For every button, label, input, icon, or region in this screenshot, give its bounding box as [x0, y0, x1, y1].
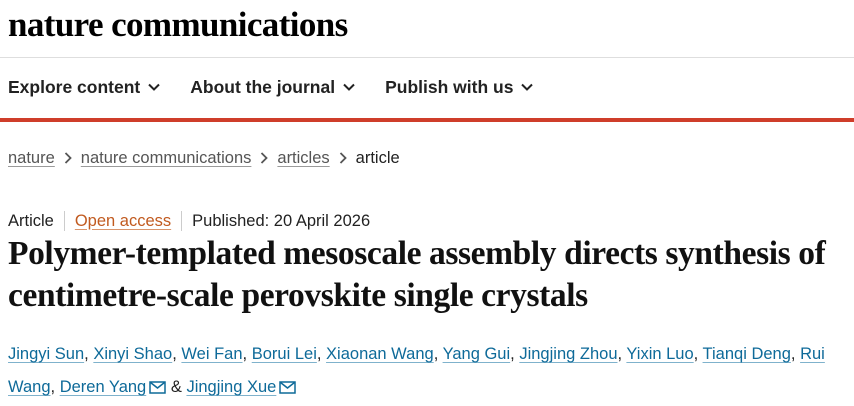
nav-explore-content[interactable]: Explore content — [8, 77, 160, 98]
author-separator: , — [172, 345, 177, 363]
author-separator: , — [242, 345, 248, 363]
article-title: Polymer-templated mesoscale assembly dir… — [8, 235, 826, 314]
mail-icon[interactable] — [149, 373, 166, 406]
masthead: nature communications — [8, 1, 348, 47]
author-link[interactable]: Jingjing Xue — [186, 378, 276, 396]
chevron-down-icon — [148, 83, 160, 91]
author-link[interactable]: Xinyi Shao — [93, 345, 172, 363]
author-link[interactable]: Deren Yang — [60, 378, 147, 396]
author-link[interactable]: Yang Gui — [443, 345, 511, 363]
main-nav: Explore content About the journal Publis… — [8, 72, 563, 102]
breadcrumb-link-nature-communications[interactable]: nature communications — [81, 149, 252, 168]
author-link[interactable]: Jingyi Sun — [8, 345, 84, 363]
open-access-link[interactable]: Open access — [75, 212, 171, 231]
breadcrumb: nature nature communications articles ar… — [8, 146, 400, 170]
nav-publish-with-us[interactable]: Publish with us — [385, 76, 534, 98]
header-divider — [0, 57, 854, 58]
author-separator: , — [84, 345, 89, 363]
chevron-right-icon — [260, 152, 269, 164]
author-separator: , — [433, 345, 439, 363]
breadcrumb-link-nature[interactable]: nature — [8, 149, 55, 168]
author-link[interactable]: Jingjing Zhou — [519, 345, 617, 363]
author-link[interactable]: Tianqi Deng — [703, 345, 791, 363]
mail-icon[interactable] — [279, 373, 297, 406]
author-separator: , — [693, 345, 699, 363]
author-separator: , — [316, 345, 322, 363]
author-separator: , — [790, 345, 796, 363]
author-separator: , — [510, 345, 515, 363]
chevron-right-icon — [339, 152, 347, 164]
meta-divider — [63, 211, 65, 231]
breadcrumb-link-articles[interactable]: articles — [277, 149, 329, 168]
author-link[interactable]: Borui Lei — [252, 345, 317, 363]
breadcrumb-current: article — [355, 148, 400, 167]
author-link[interactable]: Xiaonan Wang — [326, 345, 434, 363]
chevron-down-icon — [521, 83, 534, 91]
author-link[interactable]: Yixin Luo — [626, 345, 693, 363]
article-meta: Article Open access Published: 20 April … — [8, 209, 370, 233]
author-list: Jingyi Sun, Xinyi Shao, Wei Fan, Borui L… — [8, 338, 854, 406]
journal-logo[interactable]: nature communications — [8, 7, 348, 42]
article-type: Article — [8, 211, 54, 230]
chevron-right-icon — [64, 152, 72, 164]
author-separator: , — [617, 345, 623, 363]
nav-item-label: Explore content — [8, 76, 141, 97]
nav-about-the-journal[interactable]: About the journal — [190, 77, 355, 98]
meta-divider — [181, 211, 183, 231]
nav-item-label: About the journal — [190, 76, 336, 97]
brand-bar — [0, 118, 854, 122]
nav-item-label: Publish with us — [385, 76, 514, 97]
author-separator: , — [50, 378, 56, 396]
chevron-down-icon — [343, 83, 355, 91]
author-and: & — [170, 378, 182, 396]
author-link[interactable]: Wei Fan — [181, 345, 242, 363]
published-date: Published: 20 April 2026 — [192, 211, 371, 230]
